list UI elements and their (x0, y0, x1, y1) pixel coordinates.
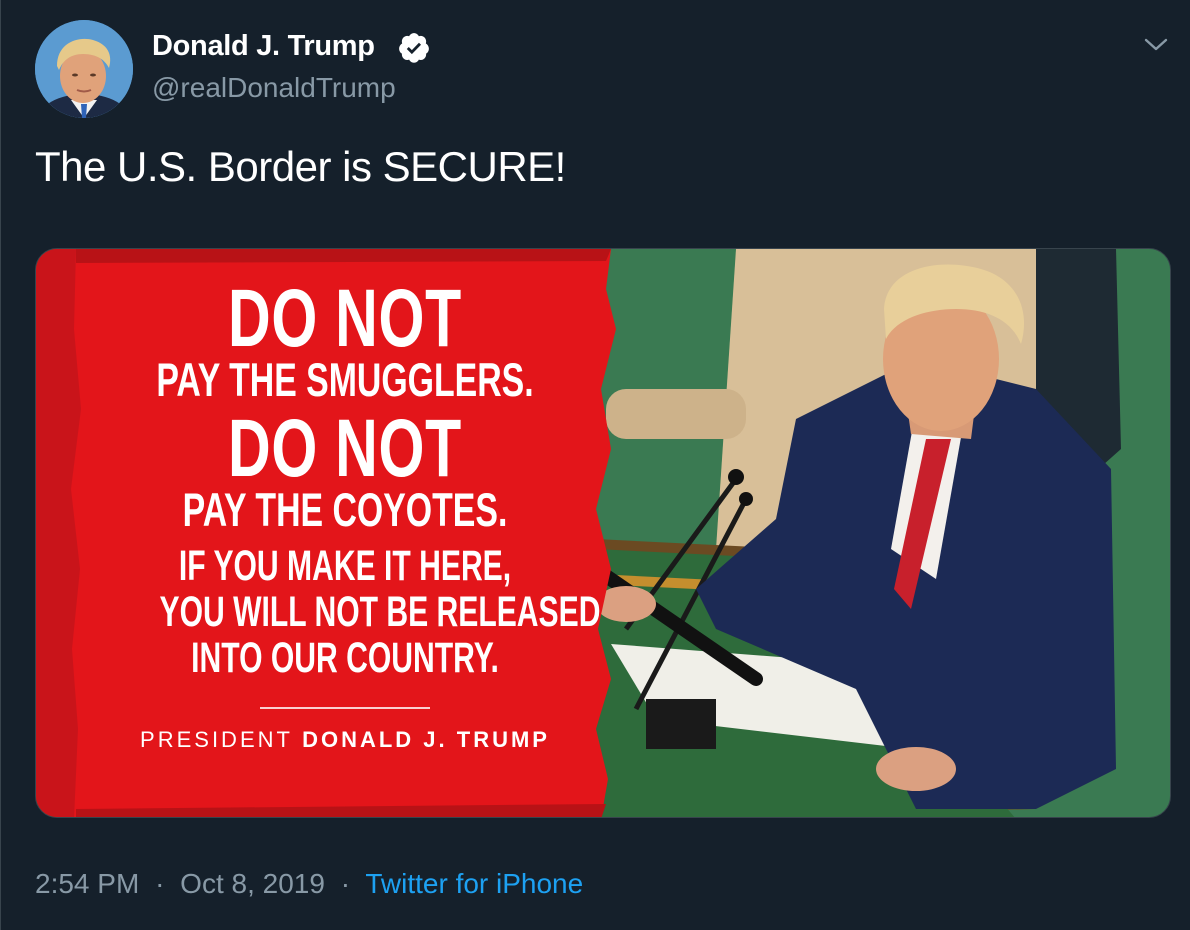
author-display-name[interactable]: Donald J. Trump (152, 30, 375, 63)
poster-line: PAY THE SMUGGLERS. (156, 353, 534, 406)
chevron-down-icon[interactable] (1141, 30, 1171, 60)
avatar-photo (35, 20, 133, 118)
signature-name: DONALD J. TRUMP (302, 727, 550, 752)
tweet-date[interactable]: Oct 8, 2019 (180, 868, 325, 899)
meta-separator: · (155, 868, 165, 899)
tweet-source-link[interactable]: Twitter for iPhone (365, 868, 583, 899)
tweet-time[interactable]: 2:54 PM (35, 868, 139, 899)
author-avatar[interactable] (35, 20, 133, 118)
poster-signature: PRESIDENT DONALD J. TRUMP (80, 727, 610, 753)
poster-line: DO NOT (228, 403, 462, 494)
poster-text-block: DO NOT PAY THE SMUGGLERS. DO NOT PAY THE… (80, 249, 610, 817)
tweet-text: The U.S. Border is SECURE! (35, 143, 566, 190)
tweet-meta: 2:54 PM · Oct 8, 2019 · Twitter for iPho… (35, 868, 583, 900)
poster-line: YOU WILL NOT BE RELEASED (159, 588, 601, 636)
poster-line: DO NOT (228, 273, 462, 364)
tweet-media-image[interactable]: DO NOT PAY THE SMUGGLERS. DO NOT PAY THE… (35, 248, 1171, 818)
poster-line: IF YOU MAKE IT HERE, (178, 542, 512, 590)
verified-badge-icon (399, 33, 429, 63)
poster-line: PAY THE COYOTES. (182, 483, 508, 536)
poster-line: INTO OUR COUNTRY. (191, 634, 499, 682)
tweet-card: Donald J. Trump @realDonaldTrump The U.S… (0, 0, 1190, 930)
meta-separator: · (340, 868, 351, 899)
poster-divider (260, 707, 430, 709)
author-handle[interactable]: @realDonaldTrump (152, 72, 396, 104)
signature-prefix: PRESIDENT (140, 727, 293, 752)
